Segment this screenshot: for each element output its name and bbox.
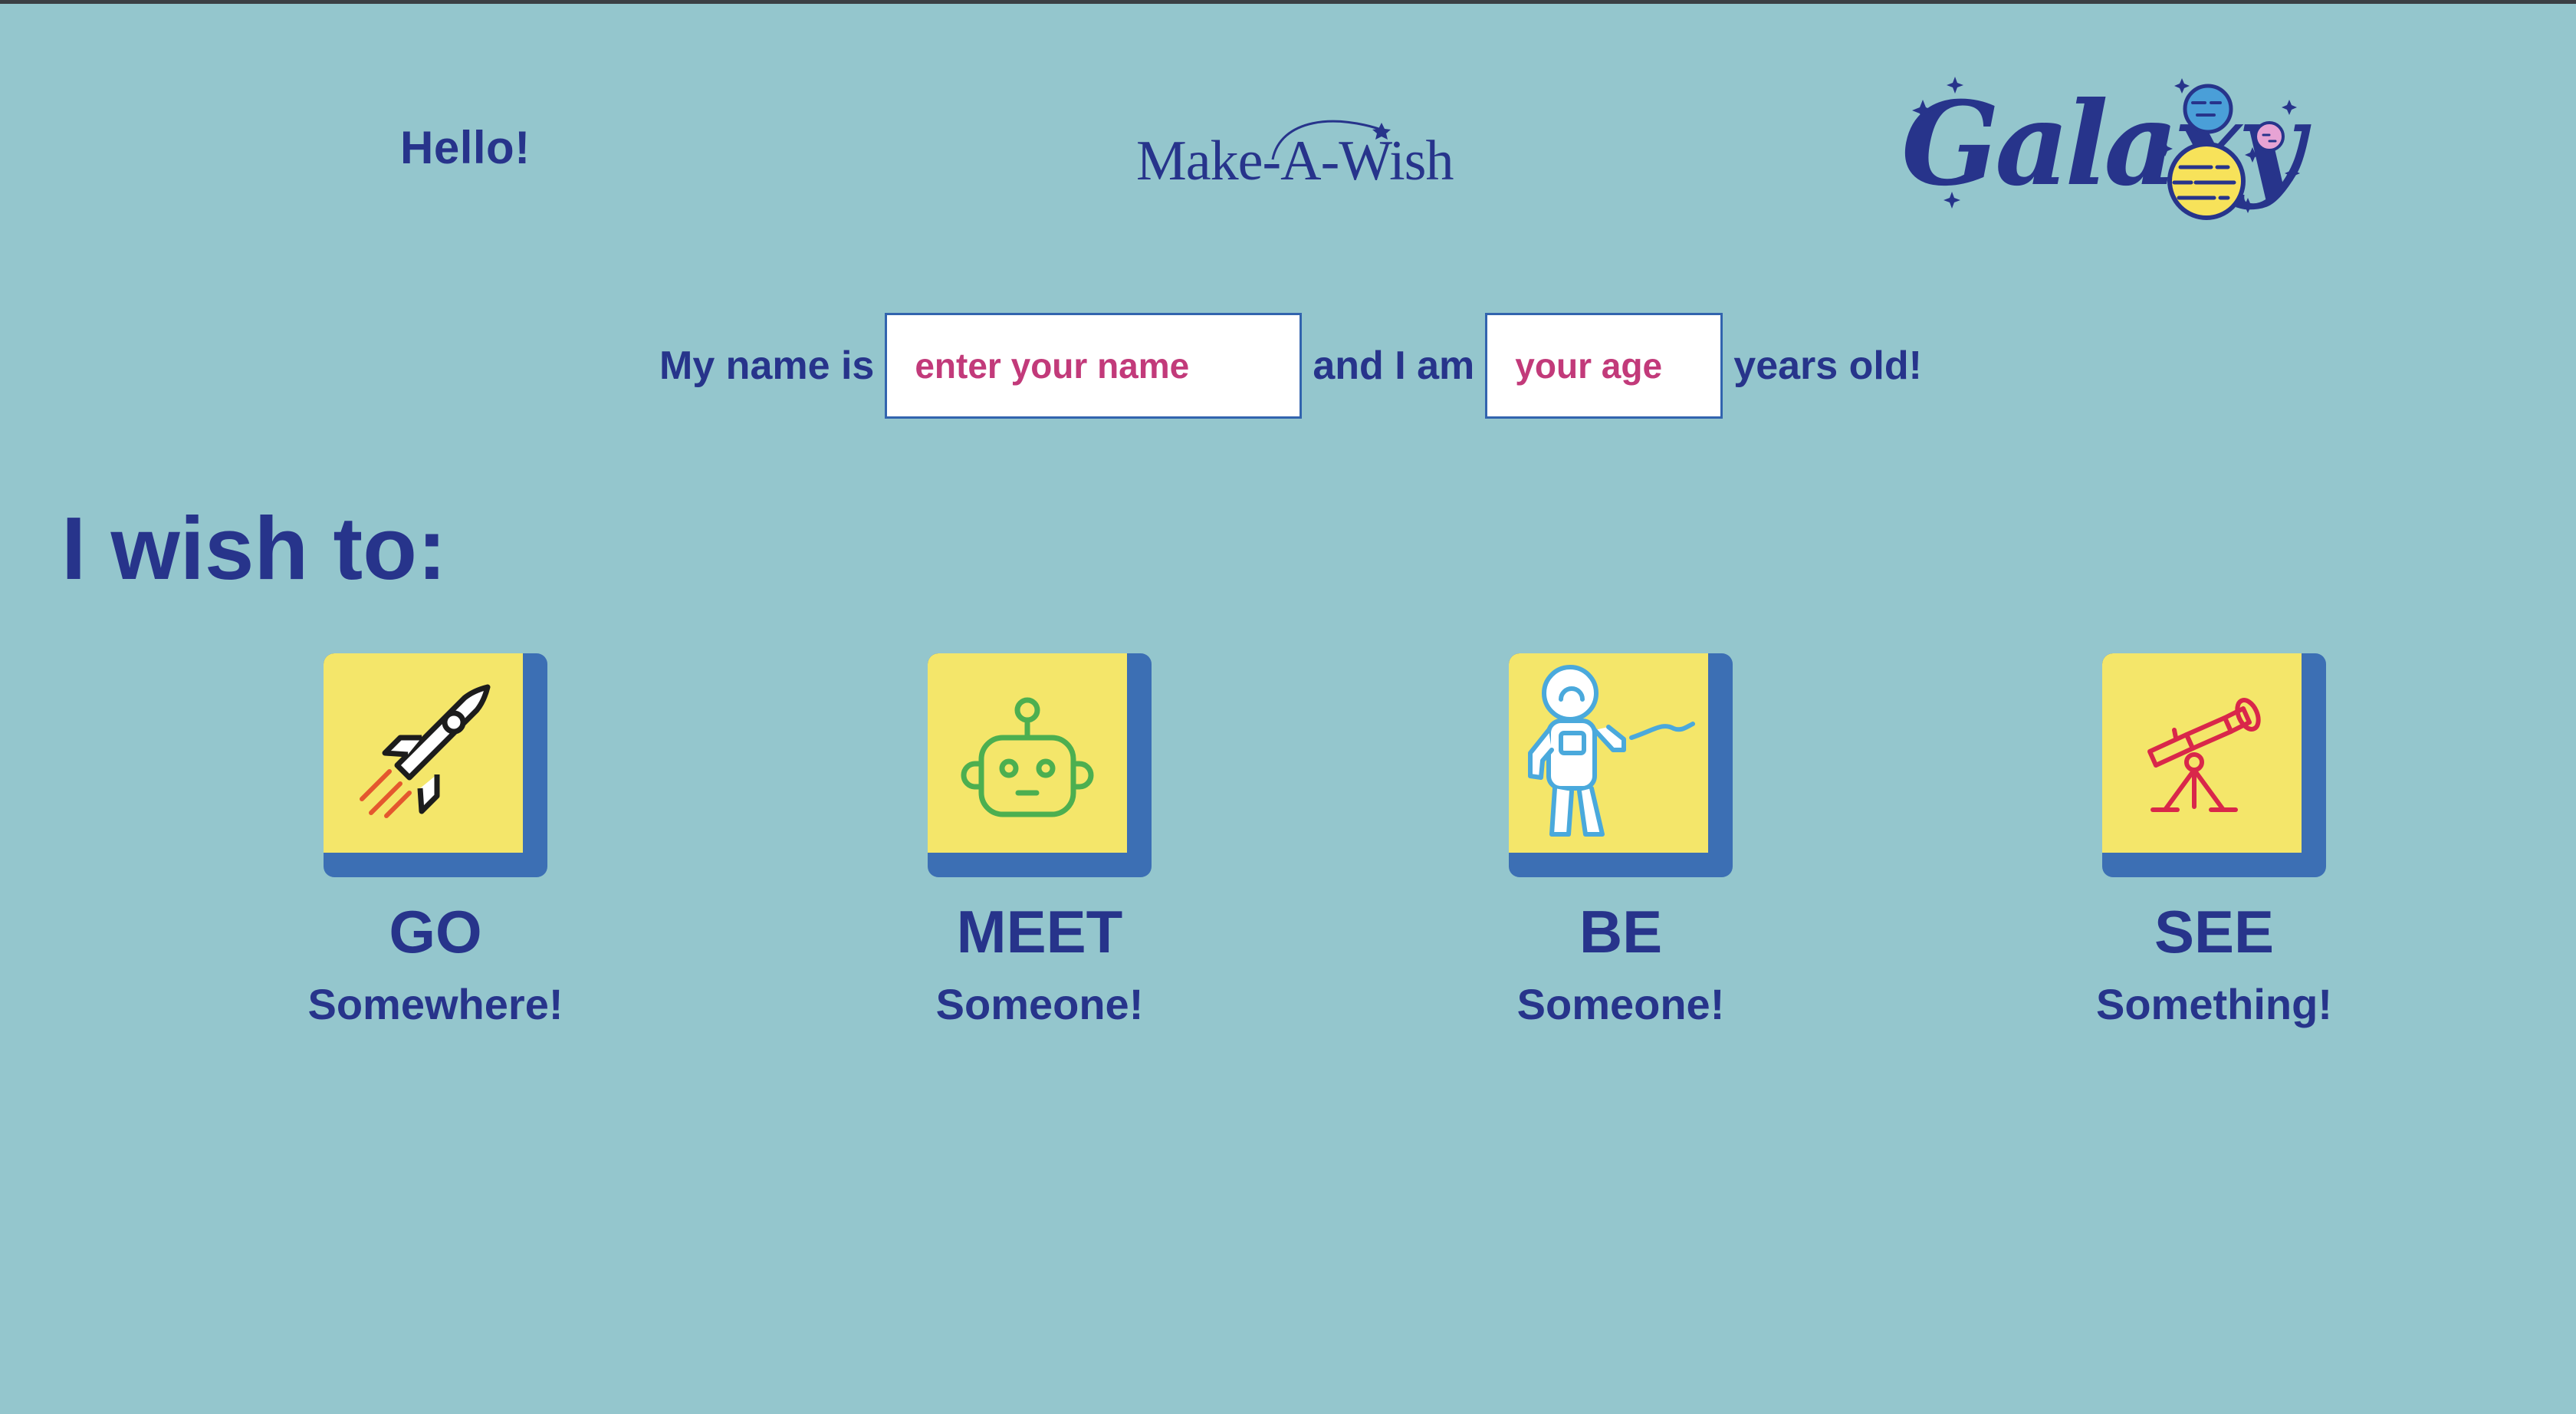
telescope-icon: [2147, 698, 2261, 812]
wish-card-see[interactable]: SEE Something!: [2096, 653, 2409, 1037]
wish-card-title: GO: [389, 898, 482, 965]
name-input[interactable]: [885, 313, 1303, 419]
galaxy-logo: Galaxy: [1886, 69, 2315, 230]
intro-middle-label: and I am: [1313, 344, 1475, 388]
age-input[interactable]: [1485, 313, 1723, 419]
wish-tile[interactable]: [928, 653, 1152, 877]
wish-card-go[interactable]: GO Somewhere!: [308, 653, 630, 1037]
wish-card-subtitle: Somewhere!: [307, 980, 564, 1028]
intro-prefix-label: My name is: [659, 344, 875, 388]
robot-icon: [961, 697, 1094, 817]
wish-card-subtitle: Someone!: [1516, 980, 1725, 1028]
wish-tile[interactable]: [324, 653, 547, 877]
window-top-border: [0, 0, 2576, 4]
wish-card-title: MEET: [956, 898, 1123, 965]
rocket-icon: [360, 684, 491, 818]
wish-tile-face: [1509, 653, 1708, 853]
wish-tile-face: [928, 653, 1127, 853]
wish-heading: I wish to:: [61, 498, 447, 598]
make-a-wish-logo: Make-A-Wish: [1135, 112, 1454, 192]
wish-card-meet[interactable]: MEET Someone!: [928, 653, 1234, 1037]
wish-tile[interactable]: [2102, 653, 2326, 877]
wish-tile[interactable]: [1509, 653, 1733, 877]
intro-form: My name is and I am years old!: [659, 313, 1922, 419]
greeting-text: Hello!: [400, 122, 531, 173]
wish-tile-face: [324, 653, 523, 853]
astronaut-icon: [1528, 665, 1695, 837]
wish-tile-face: [2102, 653, 2302, 853]
wish-card-be[interactable]: BE Someone!: [1509, 653, 1815, 1037]
make-a-wish-wordmark: Make-A-Wish: [1136, 130, 1454, 192]
intro-suffix-label: years old!: [1733, 344, 1922, 388]
wish-card-title: BE: [1579, 898, 1663, 965]
wish-card-title: SEE: [2154, 898, 2275, 965]
planets-icon: [1912, 77, 2300, 220]
wish-card-subtitle: Someone!: [935, 980, 1144, 1028]
wish-card-subtitle: Something!: [2096, 980, 2332, 1028]
